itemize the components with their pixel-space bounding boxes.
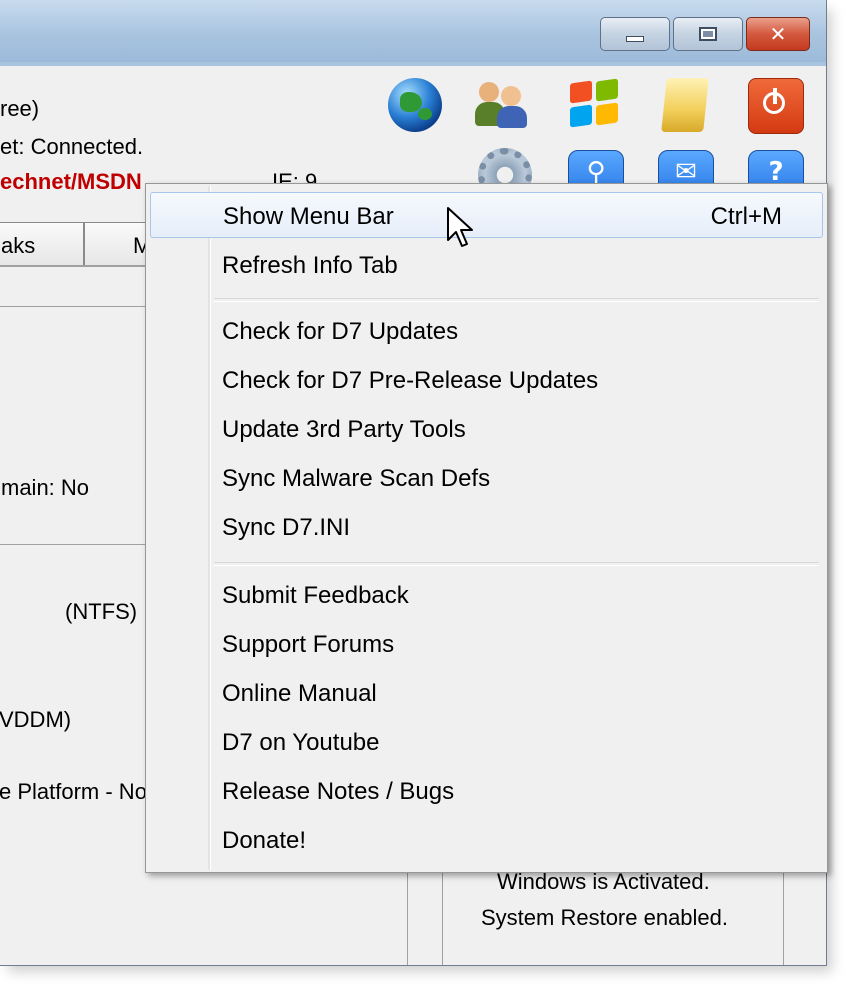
system-restore-status: System Restore enabled.: [481, 905, 729, 930]
menu-item-update-3rd-party-tools[interactable]: Update 3rd Party Tools: [150, 406, 823, 452]
menu-item-show-menu-bar[interactable]: Show Menu Bar Ctrl+M: [150, 192, 823, 238]
menu-item-check-updates[interactable]: Check for D7 Updates: [150, 308, 823, 354]
menu-item-label: Refresh Info Tab: [222, 252, 398, 279]
folder-icon[interactable]: [661, 78, 709, 132]
power-icon[interactable]: [748, 78, 804, 134]
close-icon: ✕: [769, 22, 787, 46]
windows-logo-icon[interactable]: [568, 78, 622, 132]
tab-label: aks: [1, 233, 36, 258]
menu-item-submit-feedback[interactable]: Submit Feedback: [150, 572, 823, 618]
menu-item-label: Donate!: [222, 827, 307, 854]
users-icon[interactable]: [475, 76, 529, 130]
domain-status: main: No: [1, 475, 90, 500]
menu-item-label: Release Notes / Bugs: [222, 778, 455, 805]
context-menu: Show Menu Bar Ctrl+M Refresh Info Tab Ch…: [145, 183, 828, 873]
info-line-connection: et: Connected.: [0, 134, 144, 159]
menu-item-label: Support Forums: [222, 631, 395, 658]
menu-item-release-notes[interactable]: Release Notes / Bugs: [150, 768, 823, 814]
menu-separator: [214, 298, 819, 302]
platform-label: e Platform - No: [0, 779, 147, 804]
menu-item-donate[interactable]: Donate!: [150, 817, 823, 863]
mouse-cursor-icon: [447, 207, 473, 247]
menu-item-check-prerelease-updates[interactable]: Check for D7 Pre-Release Updates: [150, 357, 823, 403]
menu-item-support-forums[interactable]: Support Forums: [150, 621, 823, 667]
tab-tweaks[interactable]: aks: [0, 222, 84, 266]
menu-item-shortcut: Ctrl+M: [710, 203, 782, 230]
menu-item-sync-d7-ini[interactable]: Sync D7.INI: [150, 504, 823, 550]
menu-separator: [214, 562, 819, 566]
filesystem-label: (NTFS): [65, 599, 138, 624]
menu-item-refresh-info-tab[interactable]: Refresh Info Tab: [150, 242, 823, 288]
minimize-button[interactable]: [600, 17, 670, 51]
globe-icon[interactable]: [388, 78, 442, 132]
menu-item-label: Update 3rd Party Tools: [222, 416, 466, 443]
menu-item-label: Check for D7 Pre-Release Updates: [222, 367, 599, 394]
menu-item-sync-malware-defs[interactable]: Sync Malware Scan Defs: [150, 455, 823, 501]
menu-item-label: Submit Feedback: [222, 582, 409, 609]
menu-item-label: Show Menu Bar: [223, 203, 394, 230]
menu-item-label: D7 on Youtube: [222, 729, 380, 756]
minimize-icon: [601, 18, 669, 50]
title-bar[interactable]: ✕: [0, 0, 826, 63]
menu-item-label: Check for D7 Updates: [222, 318, 459, 345]
menu-item-online-manual[interactable]: Online Manual: [150, 670, 823, 716]
display-driver-label: VDDM): [0, 707, 72, 732]
maximize-icon: [674, 18, 742, 50]
info-line-1: ree): [0, 96, 40, 121]
menu-item-label: Sync Malware Scan Defs: [222, 465, 491, 492]
menu-item-label: Sync D7.INI: [222, 514, 351, 541]
info-line-license: echnet/MSDN: [0, 169, 142, 194]
menu-item-label: Online Manual: [222, 680, 377, 707]
menu-item-d7-on-youtube[interactable]: D7 on Youtube: [150, 719, 823, 765]
maximize-button[interactable]: [673, 17, 743, 51]
close-button[interactable]: ✕: [746, 17, 810, 51]
